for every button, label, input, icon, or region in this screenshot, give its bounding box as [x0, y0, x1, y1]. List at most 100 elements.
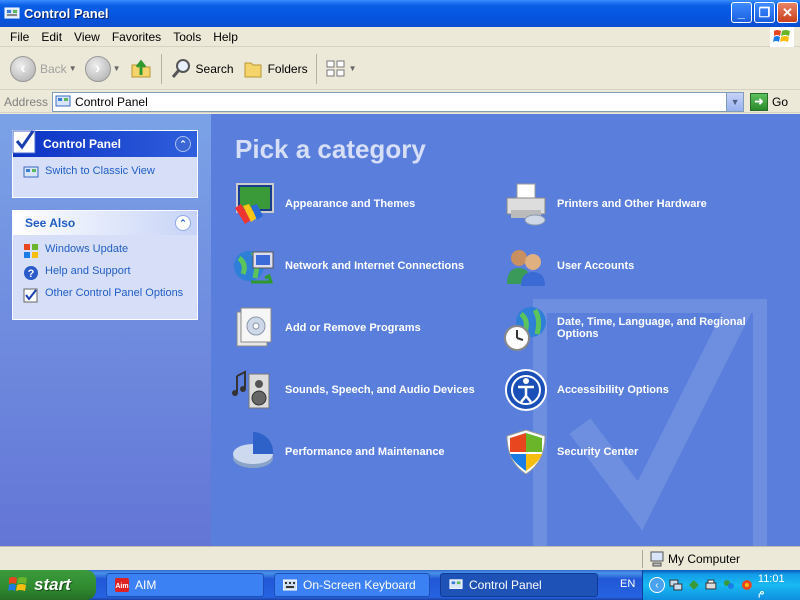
views-icon — [326, 60, 345, 76]
views-dropdown-icon[interactable]: ▼ — [349, 64, 357, 73]
go-arrow-icon: ➜ — [750, 92, 769, 111]
speaker-icon — [232, 370, 270, 409]
go-label: Go — [772, 94, 789, 109]
control-panel-small-icon — [55, 95, 71, 106]
close-button[interactable]: ✕ — [777, 2, 798, 23]
printer-tray-icon[interactable] — [704, 578, 718, 592]
status-bar: My Computer — [0, 546, 800, 570]
category-label: Printers and Other Hardware — [557, 198, 707, 210]
date-time-globe-icon — [504, 307, 546, 351]
task-pane: Control Panel ⌃ Switch to Classic View S… — [0, 114, 211, 546]
svg-text:Aim: Aim — [115, 583, 128, 590]
network-icon — [234, 250, 274, 284]
windows-update-label: Windows Update — [45, 243, 129, 255]
up-folder-icon — [131, 59, 151, 77]
menu-file[interactable]: File — [4, 30, 35, 44]
system-tray: ‹ 11:01 م — [642, 570, 800, 600]
back-label: Back — [40, 61, 67, 76]
page-title: Pick a category — [235, 134, 426, 164]
content-area: Control Panel ⌃ Switch to Classic View S… — [0, 114, 800, 546]
address-dropdown-icon[interactable]: ▼ — [726, 92, 744, 111]
category-security-center[interactable]: Security Center — [503, 428, 763, 476]
title-bar[interactable]: Control Panel _ ❐ ✕ — [0, 0, 800, 27]
collapse-chevron-icon[interactable]: ⌃ — [175, 215, 191, 231]
taskbar-item-onscreen-keyboard[interactable]: On-Screen Keyboard — [274, 573, 430, 597]
back-dropdown-icon[interactable]: ▼ — [69, 64, 77, 73]
see-also-title: See Also — [25, 216, 76, 230]
category-label: User Accounts — [557, 260, 635, 272]
category-appearance-themes[interactable]: Appearance and Themes — [231, 180, 491, 228]
windows-logo-icon — [770, 27, 794, 47]
folders-icon — [244, 62, 262, 77]
menu-edit[interactable]: Edit — [35, 30, 68, 44]
show-hidden-icons-icon[interactable]: ‹ — [649, 577, 665, 593]
search-icon — [171, 58, 190, 78]
category-printers-hardware[interactable]: Printers and Other Hardware — [503, 180, 763, 228]
menu-bar: File Edit View Favorites Tools Help — [0, 27, 800, 47]
forward-arrow-icon: › — [84, 55, 111, 82]
menu-favorites[interactable]: Favorites — [106, 30, 167, 44]
switch-classic-view-label: Switch to Classic View — [45, 165, 155, 177]
start-button[interactable]: start — [0, 570, 96, 600]
category-add-remove-programs[interactable]: Add or Remove Programs — [231, 304, 491, 352]
address-field[interactable]: Control Panel ▼ — [52, 91, 745, 112]
help-support-link[interactable]: ? Help and Support — [23, 265, 187, 281]
category-sounds-audio[interactable]: Sounds, Speech, and Audio Devices — [231, 366, 491, 414]
taskbar: start Aim AIM On-Screen Keyboard Control… — [0, 570, 800, 600]
menu-view[interactable]: View — [68, 30, 106, 44]
see-also-header[interactable]: See Also ⌃ — [13, 211, 197, 235]
svg-text:?: ? — [28, 268, 35, 280]
category-label: Appearance and Themes — [285, 198, 416, 210]
back-arrow-icon: ‹ — [10, 55, 36, 82]
control-panel-box-title: Control Panel — [43, 137, 122, 151]
views-button[interactable]: ▼ — [321, 52, 361, 86]
status-location-label: My Computer — [668, 551, 741, 566]
add-remove-programs-icon — [236, 307, 272, 347]
up-folder-button[interactable] — [125, 52, 157, 86]
aim-icon: Aim — [115, 578, 129, 592]
category-label: Accessibility Options — [557, 384, 669, 396]
update-tray-icon[interactable] — [740, 578, 754, 592]
user-accounts-icon — [507, 250, 545, 286]
folders-button[interactable]: Folders — [238, 52, 312, 86]
other-options-link[interactable]: Other Control Panel Options — [23, 287, 187, 303]
menu-help[interactable]: Help — [207, 30, 244, 44]
go-button[interactable]: ➜ Go — [750, 92, 789, 111]
menu-tools[interactable]: Tools — [167, 30, 207, 44]
my-computer-icon — [650, 551, 664, 566]
category-accessibility[interactable]: Accessibility Options — [503, 366, 763, 414]
search-button[interactable]: Search — [166, 52, 238, 86]
category-performance-maintenance[interactable]: Performance and Maintenance — [231, 428, 491, 476]
category-label: Add or Remove Programs — [285, 322, 421, 334]
network-tray-icon[interactable] — [669, 578, 683, 592]
switch-classic-view-link[interactable]: Switch to Classic View — [23, 165, 187, 181]
category-user-accounts[interactable]: User Accounts — [503, 242, 763, 290]
control-panel-checklist-icon — [12, 130, 36, 154]
windows-logo-icon — [8, 577, 27, 591]
control-panel-small-icon — [449, 579, 463, 589]
help-support-label: Help and Support — [45, 265, 131, 277]
minimize-button[interactable]: _ — [731, 2, 752, 23]
messenger-tray-icon[interactable] — [722, 578, 736, 592]
language-indicator[interactable]: EN — [620, 578, 635, 590]
collapse-chevron-icon[interactable]: ⌃ — [175, 136, 191, 152]
taskbar-item-label: Control Panel — [469, 578, 542, 592]
taskbar-item-aim[interactable]: Aim AIM — [106, 573, 264, 597]
control-panel-box-header[interactable]: Control Panel ⌃ — [12, 130, 197, 157]
maximize-button[interactable]: ❐ — [754, 2, 775, 23]
control-panel-task-box: Control Panel ⌃ Switch to Classic View — [12, 130, 198, 198]
keyboard-icon — [283, 579, 297, 591]
folders-label: Folders — [267, 61, 308, 76]
taskbar-item-control-panel[interactable]: Control Panel — [440, 573, 598, 597]
checkmark-icon — [23, 288, 38, 303]
clock[interactable]: 11:01 م — [758, 573, 794, 598]
category-network-internet[interactable]: Network and Internet Connections — [231, 242, 491, 290]
forward-button[interactable]: › ▼ — [81, 52, 125, 86]
back-button[interactable]: ‹ Back ▼ — [6, 52, 81, 86]
printer-icon — [506, 183, 546, 226]
antivirus-tray-icon[interactable] — [687, 578, 701, 592]
forward-dropdown-icon[interactable]: ▼ — [113, 64, 121, 73]
windows-update-link[interactable]: Windows Update — [23, 243, 187, 259]
category-label: Performance and Maintenance — [285, 446, 445, 458]
category-date-time-regional[interactable]: Date, Time, Language, and Regional Optio… — [503, 304, 763, 352]
